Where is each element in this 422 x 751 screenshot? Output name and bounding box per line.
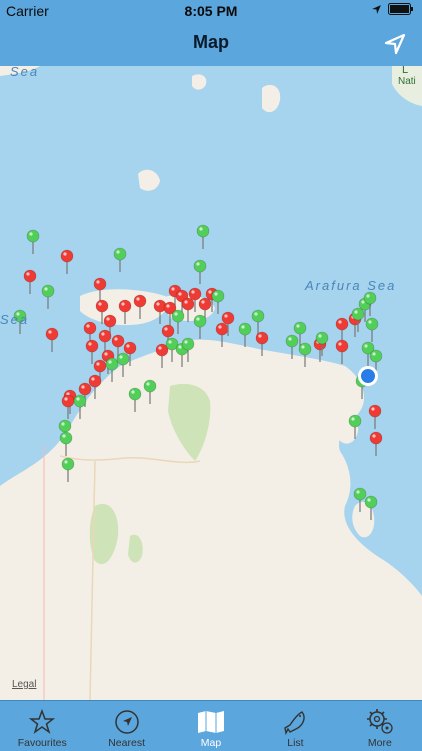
map-icon (198, 711, 225, 733)
gear-icon (366, 709, 393, 734)
battery-icon (388, 3, 413, 15)
tab-label-map: Map (200, 737, 222, 749)
top-right-label-1: L (402, 66, 409, 76)
current-location-icon[interactable] (356, 364, 380, 388)
fish-icon (284, 711, 306, 735)
tab-list[interactable]: List (253, 701, 337, 751)
tab-favourites[interactable]: Favourites (0, 701, 84, 751)
legal-link[interactable]: Legal (12, 679, 36, 690)
locate-me-icon[interactable] (382, 31, 408, 57)
status-right (371, 3, 414, 15)
tab-more[interactable]: More (338, 701, 422, 751)
map-view[interactable]: Sea Arafura Sea Sea L Nati Legal (0, 66, 422, 700)
navigation-bar: Map (0, 22, 422, 66)
coast-label-left: Sea (0, 312, 30, 327)
top-right-label-2: Nati (398, 76, 416, 87)
tab-map[interactable]: Map (169, 701, 253, 751)
page-title: Map (193, 32, 229, 52)
location-arrow-icon (372, 4, 381, 14)
clock: 8:05 PM (184, 3, 238, 19)
arafura-sea-label: Arafura Sea (305, 278, 397, 293)
tab-label-more: More (367, 737, 392, 749)
tab-label-nearest: Nearest (108, 737, 145, 749)
tab-label-list: List (287, 737, 304, 749)
tab-bar: Favourites Nearest Map List More (0, 700, 422, 751)
sea-label-left: Sea (10, 66, 40, 79)
status-bar: Carrier 8:05 PM (0, 0, 422, 22)
tab-label-favourites: Favourites (17, 737, 67, 749)
star-icon (29, 709, 56, 734)
tab-nearest[interactable]: Nearest (84, 701, 168, 751)
compass-icon (114, 710, 139, 734)
